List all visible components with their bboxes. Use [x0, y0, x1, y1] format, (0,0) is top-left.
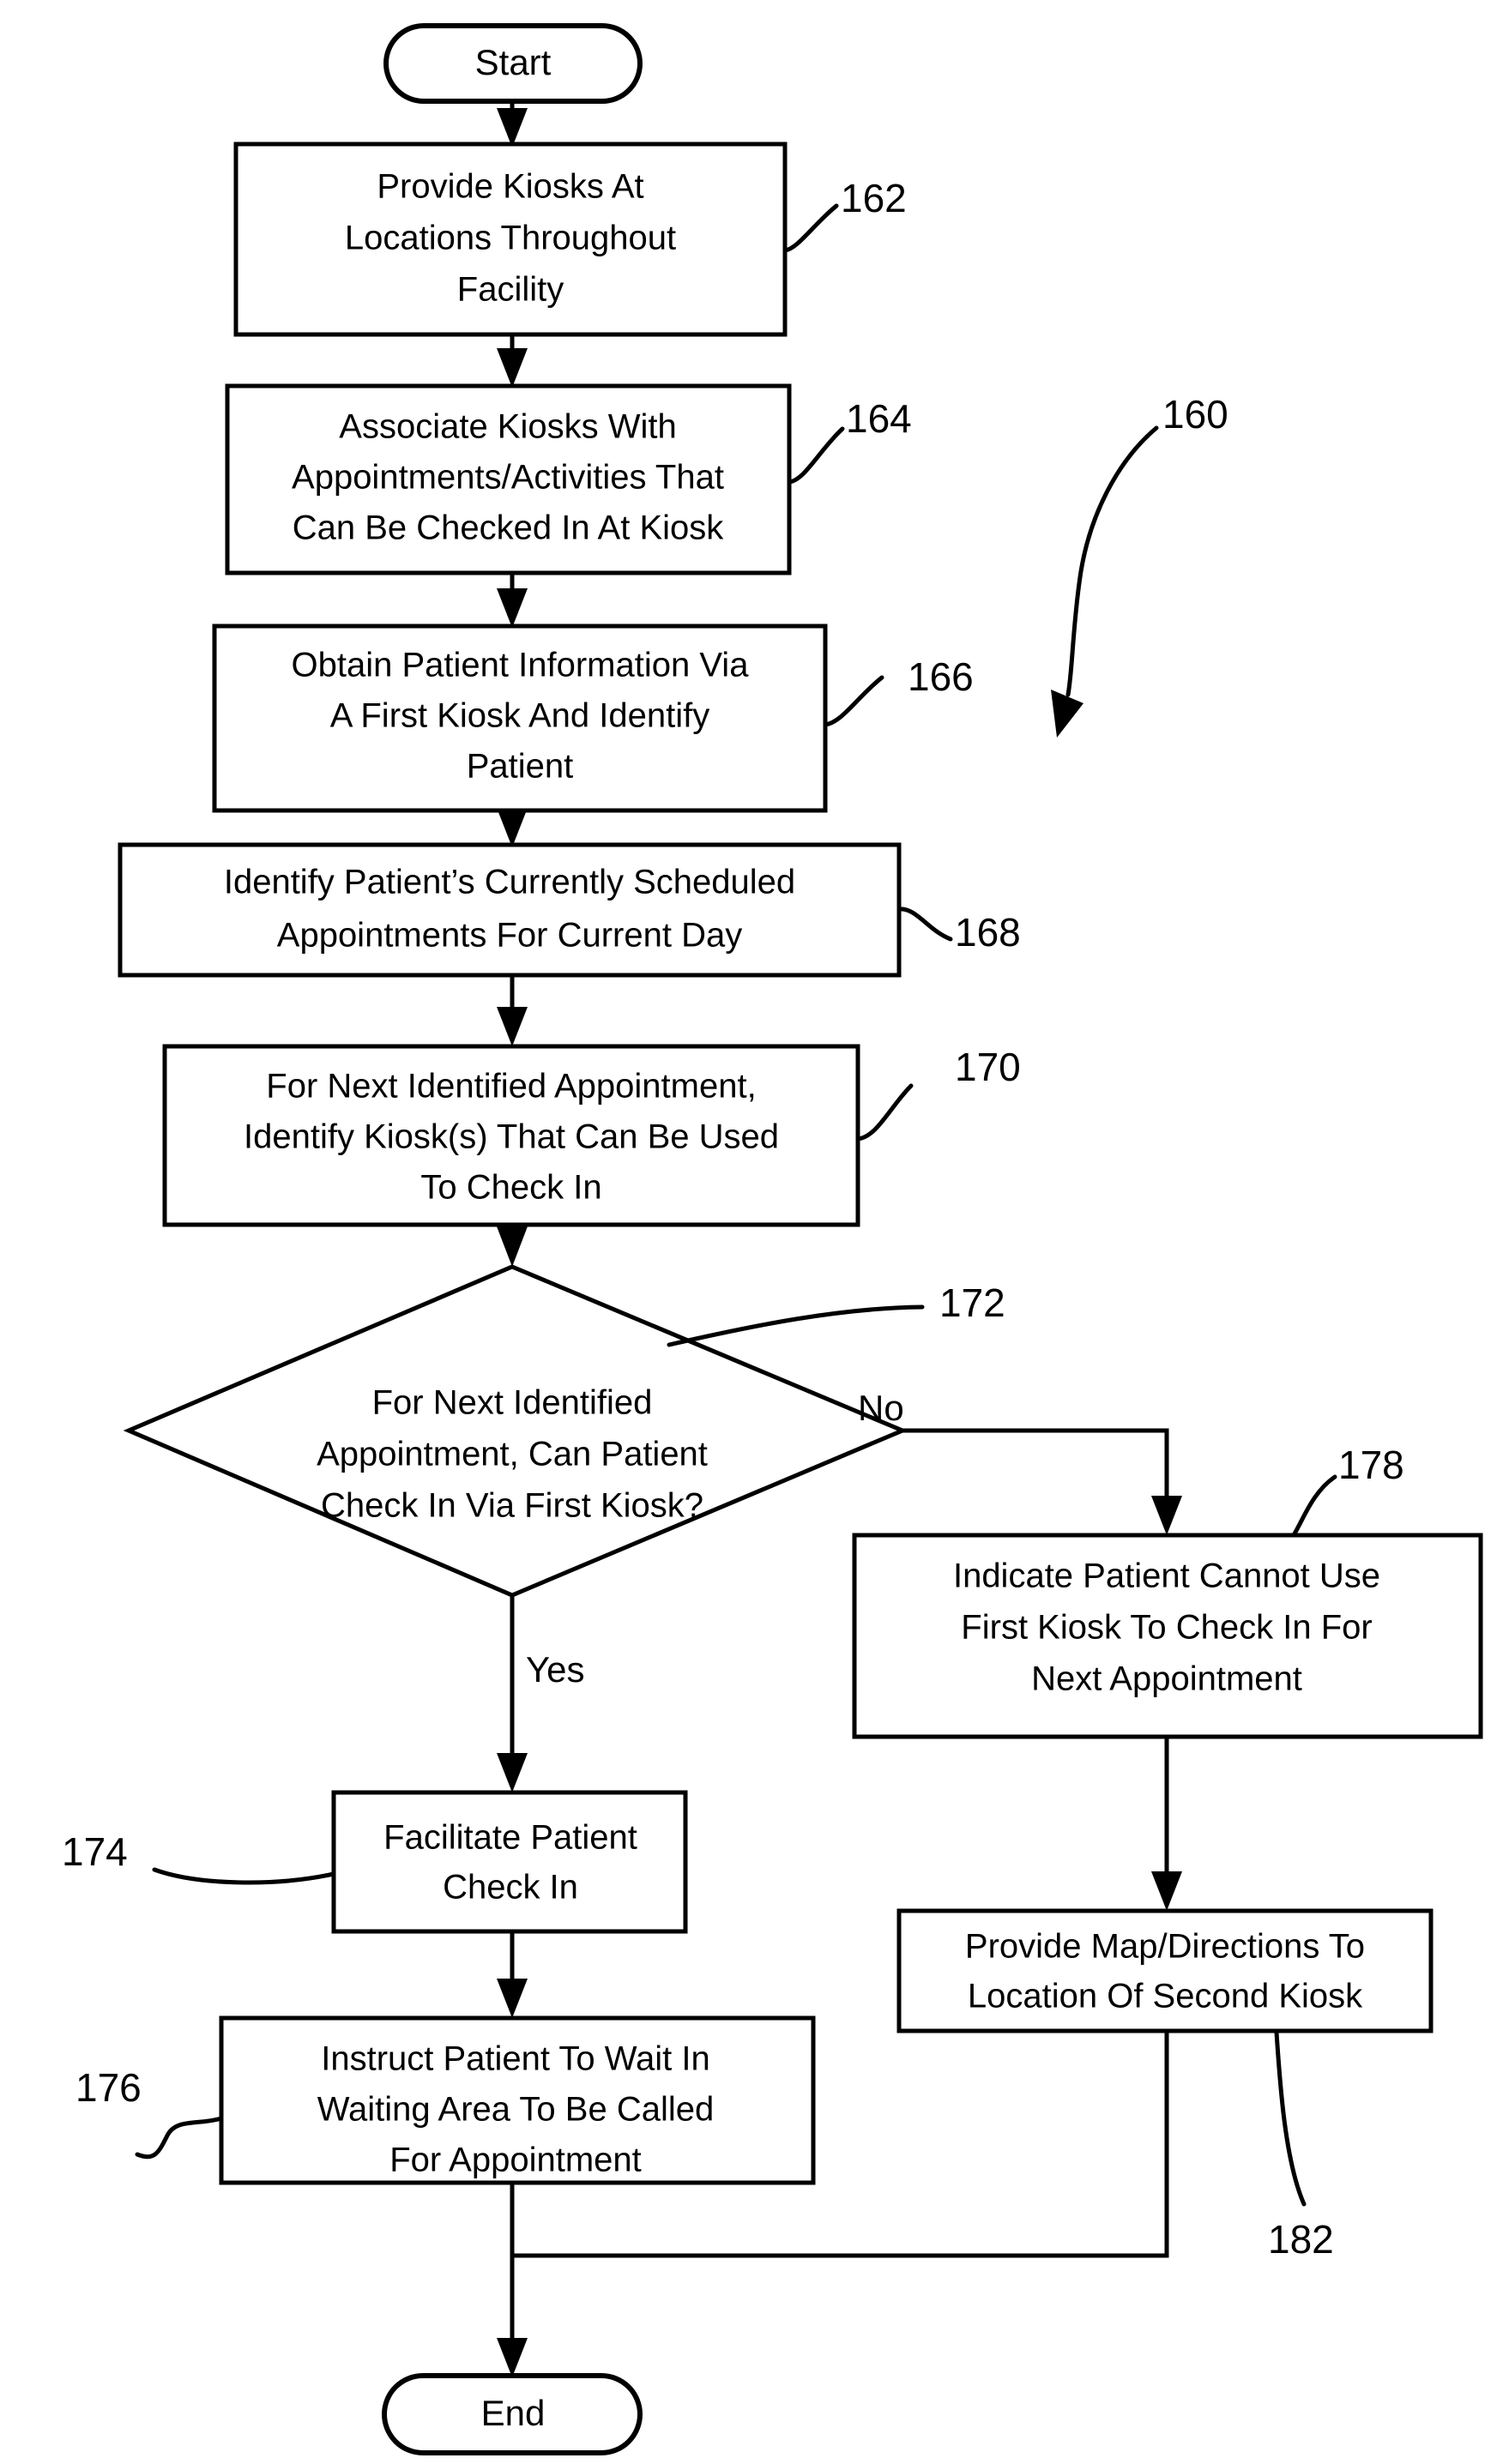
ref-182: 182: [1268, 2030, 1334, 2262]
ref-168: 168: [896, 907, 1021, 955]
arrowhead-168-to-170: [497, 1007, 528, 1046]
node-176-line-1: Instruct Patient To Wait In: [321, 2040, 710, 2078]
ref-176: 176: [75, 2065, 224, 2160]
node-166-line-3: Patient: [467, 748, 574, 786]
ref-160-label: 160: [1162, 392, 1228, 437]
arrowhead-178-to-182: [1151, 1871, 1182, 1911]
arrowhead-164-to-166: [497, 588, 528, 628]
node-172-diamond-shape: [123, 1264, 908, 1598]
node-178-line-3: Next Appointment: [1031, 1660, 1302, 1698]
ref-160-leader-curve: [1065, 425, 1159, 697]
ref-174-label: 174: [62, 1829, 128, 1874]
node-162-line-1: Provide Kiosks At: [377, 168, 643, 206]
node-176: Instruct Patient To Wait In Waiting Area…: [219, 2015, 816, 2185]
arrowhead-170-to-172: [497, 1226, 528, 1267]
ref-172-leader-line: [667, 1304, 925, 1347]
ref-164-label: 164: [846, 396, 912, 441]
node-182-line-2: Location Of Second Kiosk: [968, 1978, 1363, 2015]
node-170-line-1: For Next Identified Appointment,: [266, 1068, 756, 1105]
node-170-line-3: To Check In: [420, 1169, 601, 1207]
ref-164-leader-line: [787, 426, 845, 485]
node-172-line-3: Check In Via First Kiosk?: [321, 1487, 703, 1525]
ref-182-label: 182: [1268, 2217, 1334, 2262]
ref-164: 164: [787, 396, 912, 485]
node-170-line-2: Identify Kiosk(s) That Can Be Used: [244, 1118, 779, 1156]
flowchart-canvas: Start Provide Kiosks At Locations Throug…: [0, 0, 1509, 2464]
ref-160-arrowhead: [1051, 690, 1083, 738]
arrowhead-174-to-176: [497, 1979, 528, 2018]
node-174-line-2: Check In: [443, 1869, 578, 1907]
ref-168-label: 168: [955, 910, 1021, 955]
node-178-line-2: First Kiosk To Check In For: [961, 1609, 1372, 1647]
ref-176-leader-line: [135, 2116, 224, 2160]
ref-166: 166: [823, 654, 974, 727]
ref-170-leader-line: [855, 1083, 914, 1142]
flowchart-svg: Start Provide Kiosks At Locations Throug…: [62, 23, 1483, 2455]
node-168-line-1: Identify Patient’s Currently Scheduled: [224, 864, 795, 901]
ref-174-leader-line: [152, 1867, 336, 1885]
ref-172-label: 172: [939, 1280, 1005, 1325]
node-174: Facilitate Patient Check In: [331, 1790, 688, 1934]
node-172: For Next Identified Appointment, Can Pat…: [123, 1264, 908, 1598]
ref-182-leader-line: [1274, 2030, 1307, 2207]
arrowhead-172-no-to-178: [1151, 1496, 1182, 1535]
node-176-line-2: Waiting Area To Be Called: [317, 2091, 714, 2129]
edge-label-yes: Yes: [526, 1649, 585, 1690]
ref-178-label: 178: [1338, 1443, 1404, 1487]
node-174-line-1: Facilitate Patient: [383, 1819, 637, 1857]
ref-166-leader-line: [823, 675, 884, 727]
arrowhead-172-yes-to-174: [497, 1753, 528, 1792]
node-start: Start: [383, 23, 643, 104]
node-164-line-1: Associate Kiosks With: [339, 408, 676, 446]
ref-172: 172: [667, 1280, 1005, 1347]
arrowhead-176-to-end: [497, 2338, 528, 2377]
ref-174: 174: [62, 1829, 336, 1885]
node-end: End: [382, 2373, 643, 2455]
arrowhead-166-to-168: [497, 808, 528, 847]
connector-172-no-to-178: [902, 1428, 1169, 1505]
node-174-shape: [331, 1790, 688, 1934]
node-162-line-3: Facility: [457, 271, 564, 309]
node-166-line-1: Obtain Patient Information Via: [292, 647, 750, 684]
node-164-line-3: Can Be Checked In At Kiosk: [293, 509, 725, 547]
ref-168-leader-line: [896, 907, 953, 942]
node-166-line-2: A First Kiosk And Identify: [330, 697, 709, 735]
ref-166-label: 166: [908, 654, 974, 699]
ref-176-label: 176: [75, 2065, 142, 2110]
node-164: Associate Kiosks With Appointments/Activ…: [225, 383, 792, 575]
start-label: Start: [475, 42, 552, 82]
node-172-line-2: Appointment, Can Patient: [317, 1436, 708, 1473]
node-168: Identify Patient’s Currently Scheduled A…: [118, 842, 902, 978]
ref-178: 178: [1291, 1443, 1404, 1538]
end-label: End: [481, 2393, 546, 2433]
node-170: For Next Identified Appointment, Identif…: [162, 1044, 860, 1227]
node-162: Provide Kiosks At Locations Throughout F…: [233, 142, 788, 337]
ref-170-label: 170: [955, 1045, 1021, 1089]
arrowhead-162-to-164: [497, 348, 528, 388]
ref-170: 170: [855, 1045, 1021, 1142]
node-164-line-2: Appointments/Activities That: [292, 459, 724, 497]
ref-160: 160: [1051, 392, 1228, 738]
node-162-line-2: Locations Throughout: [345, 220, 676, 257]
node-166: Obtain Patient Information Via A First K…: [212, 624, 828, 813]
node-172-line-1: For Next Identified: [372, 1384, 653, 1422]
node-176-line-3: For Appointment: [389, 2142, 642, 2179]
node-182-line-1: Provide Map/Directions To: [965, 1928, 1365, 1966]
node-182: Provide Map/Directions To Location Of Se…: [896, 1908, 1434, 2033]
ref-162: 162: [782, 176, 907, 253]
arrowhead-start-to-162: [497, 108, 528, 148]
ref-162-leader-line: [782, 203, 839, 253]
edge-label-no: No: [858, 1388, 904, 1428]
node-178: Indicate Patient Cannot Use First Kiosk …: [852, 1533, 1483, 1739]
ref-162-label: 162: [841, 176, 907, 220]
node-178-line-1: Indicate Patient Cannot Use: [953, 1557, 1380, 1595]
ref-178-leader-line: [1291, 1474, 1337, 1538]
node-168-line-2: Appointments For Current Day: [277, 917, 742, 955]
